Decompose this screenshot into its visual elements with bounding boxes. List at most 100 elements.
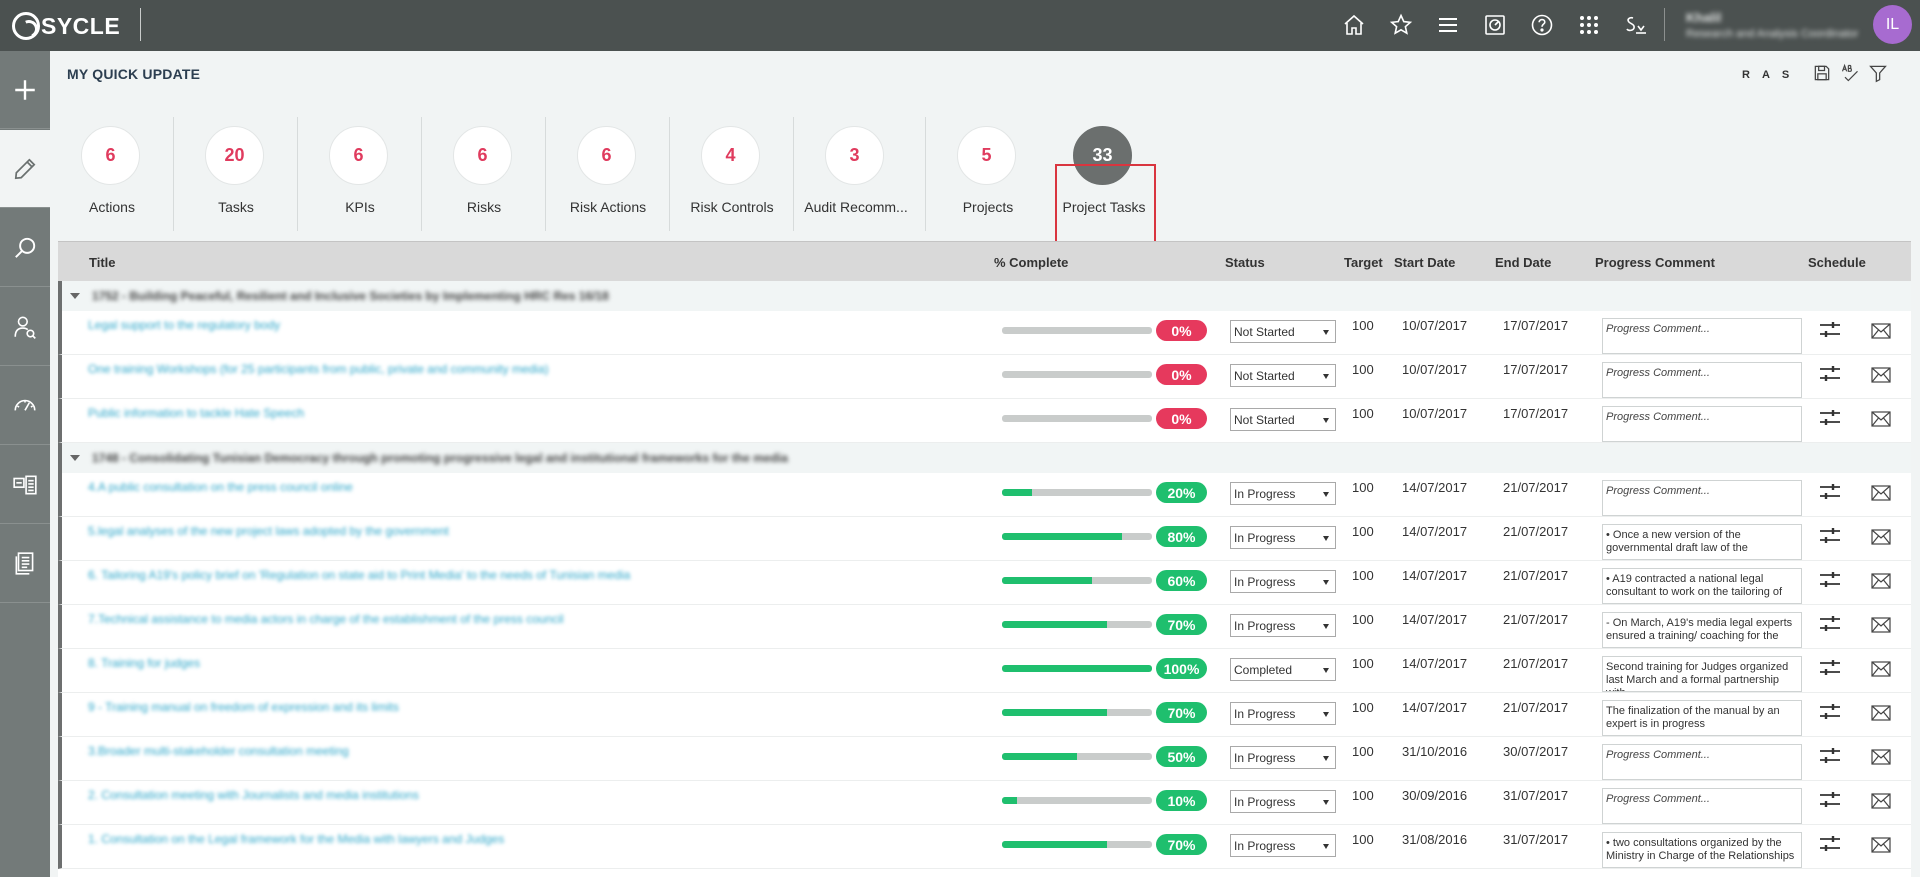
progress-comment-field[interactable]: The finalization of the manual by an exp… (1602, 700, 1802, 736)
counter-kpis[interactable]: 6 KPIs (298, 117, 422, 235)
mail-icon[interactable] (1871, 573, 1891, 589)
schedule-sliders-icon[interactable] (1818, 570, 1842, 590)
percent-badge[interactable]: 80% (1156, 526, 1207, 547)
progress-comment-field[interactable]: Progress Comment... (1602, 318, 1802, 354)
schedule-sliders-icon[interactable] (1818, 790, 1842, 810)
schedule-sliders-icon[interactable] (1818, 834, 1842, 854)
spellcheck-icon[interactable] (1840, 63, 1860, 83)
schedule-sliders-icon[interactable] (1818, 614, 1842, 634)
task-title-link[interactable]: 7.Technical assistance to media actors i… (88, 612, 564, 626)
task-title-link[interactable]: 6. Tailoring A19's policy brief on 'Regu… (88, 568, 630, 582)
sidebar-item-cards[interactable] (0, 446, 50, 524)
status-select[interactable]: In Progress (1230, 614, 1336, 637)
schedule-sliders-icon[interactable] (1818, 408, 1842, 428)
ras-r[interactable]: R (1742, 69, 1750, 81)
counter-risk-actions[interactable]: 6 Risk Actions (546, 117, 670, 235)
task-title-link[interactable]: Public information to tackle Hate Speech (88, 406, 304, 420)
task-title-link[interactable]: One training Workshops (for 25 participa… (88, 362, 549, 376)
status-select[interactable]: Completed (1230, 658, 1336, 681)
task-title-link[interactable]: 9 - Training manual on freedom of expres… (88, 700, 399, 714)
counter-audit-recommendations[interactable]: 3 Audit Recomm... (794, 117, 926, 235)
filter-icon[interactable] (1868, 63, 1888, 83)
progress-comment-field[interactable]: Progress Comment... (1602, 362, 1802, 398)
task-title-link[interactable]: 8. Training for judges (88, 656, 200, 670)
percent-badge[interactable]: 0% (1156, 320, 1207, 341)
status-select[interactable]: In Progress (1230, 482, 1336, 505)
user-info[interactable]: Khalil Research and Analysis Coordinator (1686, 10, 1858, 40)
sidebar-item-edit[interactable] (0, 130, 50, 208)
progress-comment-field[interactable]: Progress Comment... (1602, 406, 1802, 442)
col-complete[interactable]: % Complete (994, 255, 1068, 270)
progress-comment-field[interactable]: Progress Comment... (1602, 788, 1802, 824)
progress-comment-field[interactable]: • A19 contracted a national legal consul… (1602, 568, 1802, 604)
dashboard-icon[interactable] (1471, 8, 1518, 42)
percent-badge[interactable]: 10% (1156, 790, 1207, 811)
status-select[interactable]: Not Started (1230, 364, 1336, 387)
counter-projects[interactable]: 5 Projects (926, 117, 1050, 235)
schedule-sliders-icon[interactable] (1818, 702, 1842, 722)
schedule-sliders-icon[interactable] (1818, 482, 1842, 502)
mail-icon[interactable] (1871, 411, 1891, 427)
percent-badge[interactable]: 100% (1156, 658, 1207, 679)
col-schedule[interactable]: Schedule (1808, 255, 1866, 270)
progress-comment-field[interactable]: Progress Comment... (1602, 480, 1802, 516)
progress-comment-field[interactable]: - On March, A19's media legal experts en… (1602, 612, 1802, 648)
percent-badge[interactable]: 70% (1156, 614, 1207, 635)
mail-icon[interactable] (1871, 705, 1891, 721)
help-icon[interactable] (1518, 8, 1565, 42)
sidebar-item-add[interactable] (0, 51, 50, 129)
mail-icon[interactable] (1871, 529, 1891, 545)
mail-icon[interactable] (1871, 749, 1891, 765)
schedule-sliders-icon[interactable] (1818, 658, 1842, 678)
group-row[interactable]: 1748 - Consolidating Tunisian Democracy … (58, 443, 1911, 473)
apps-grid-icon[interactable] (1565, 8, 1612, 42)
col-status[interactable]: Status (1225, 255, 1265, 270)
schedule-sliders-icon[interactable] (1818, 364, 1842, 384)
schedule-sliders-icon[interactable] (1818, 320, 1842, 340)
task-title-link[interactable]: 4.A public consultation on the press cou… (88, 480, 353, 494)
mail-icon[interactable] (1871, 661, 1891, 677)
col-end-date[interactable]: End Date (1495, 255, 1551, 270)
menu-icon[interactable] (1424, 8, 1471, 42)
col-progress-comment[interactable]: Progress Comment (1595, 255, 1715, 270)
counter-tasks[interactable]: 20 Tasks (174, 117, 298, 235)
progress-comment-field[interactable]: Progress Comment... (1602, 744, 1802, 780)
avatar[interactable]: IL (1873, 5, 1912, 44)
schedule-sliders-icon[interactable] (1818, 526, 1842, 546)
mail-icon[interactable] (1871, 793, 1891, 809)
status-select[interactable]: In Progress (1230, 746, 1336, 769)
mail-icon[interactable] (1871, 485, 1891, 501)
percent-badge[interactable]: 50% (1156, 746, 1207, 767)
sidebar-item-gauge[interactable] (0, 367, 50, 445)
progress-comment-field[interactable]: Second training for Judges organized las… (1602, 656, 1802, 692)
sidebar-item-documents[interactable] (0, 525, 50, 603)
status-select[interactable]: In Progress (1230, 702, 1336, 725)
percent-badge[interactable]: 20% (1156, 482, 1207, 503)
status-select[interactable]: Not Started (1230, 408, 1336, 431)
ras-a[interactable]: A (1762, 69, 1770, 81)
sycle-logo[interactable]: SYCLE (12, 12, 120, 40)
counter-risks[interactable]: 6 Risks (422, 117, 546, 235)
mail-icon[interactable] (1871, 837, 1891, 853)
task-title-link[interactable]: 2. Consultation meeting with Journalists… (88, 788, 419, 802)
star-icon[interactable] (1377, 8, 1424, 42)
status-select[interactable]: In Progress (1230, 570, 1336, 593)
mail-icon[interactable] (1871, 617, 1891, 633)
group-row[interactable]: 1752 - Building Peaceful, Resilient and … (58, 281, 1911, 311)
progress-comment-field[interactable]: • two consultations organized by the Min… (1602, 832, 1802, 868)
sidebar-item-search[interactable] (0, 209, 50, 287)
status-select[interactable]: Not Started (1230, 320, 1336, 343)
mail-icon[interactable] (1871, 323, 1891, 339)
progress-comment-field[interactable]: • Once a new version of the governmental… (1602, 524, 1802, 560)
percent-badge[interactable]: 0% (1156, 364, 1207, 385)
percent-badge[interactable]: 70% (1156, 702, 1207, 723)
mail-icon[interactable] (1871, 367, 1891, 383)
col-title[interactable]: Title (89, 255, 116, 270)
home-icon[interactable] (1330, 8, 1377, 42)
percent-badge[interactable]: 0% (1156, 408, 1207, 429)
task-title-link[interactable]: Legal support to the regulatory body (88, 318, 280, 332)
sidebar-item-people[interactable] (0, 288, 50, 366)
status-select[interactable]: In Progress (1230, 526, 1336, 549)
counter-risk-controls[interactable]: 4 Risk Controls (670, 117, 794, 235)
status-select[interactable]: In Progress (1230, 790, 1336, 813)
